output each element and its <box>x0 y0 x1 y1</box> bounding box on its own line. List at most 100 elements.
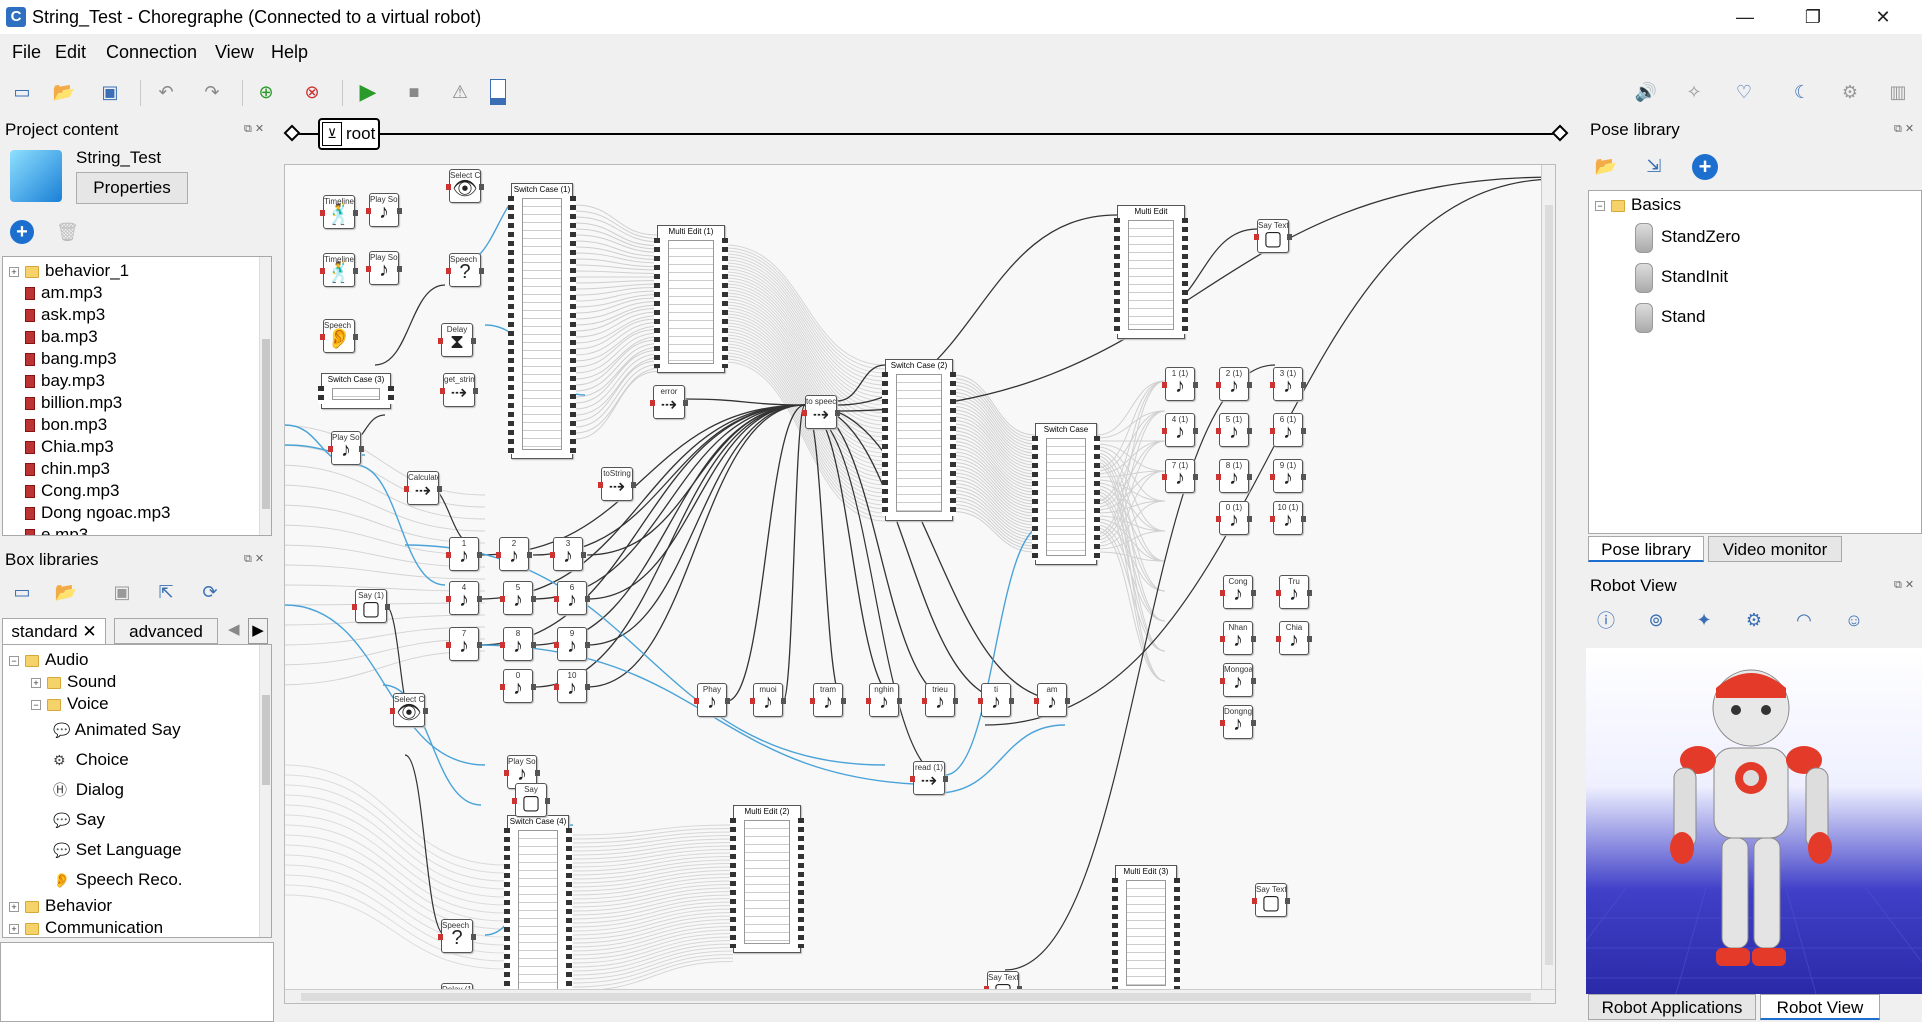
project-file-item[interactable]: ba.mp3 <box>9 327 98 349</box>
canvas-vertical-scrollbar[interactable] <box>1541 165 1555 1003</box>
tab-advanced[interactable]: advanced <box>114 618 218 644</box>
function-box[interactable]: Say ▢ <box>512 783 550 817</box>
disconnect-icon[interactable]: ⊗ <box>298 78 326 106</box>
play-sound-box[interactable]: 8 ♪ <box>500 627 536 661</box>
info-icon[interactable]: ⓘ <box>1592 606 1620 634</box>
view-sensors-icon[interactable]: ✦ <box>1690 606 1718 634</box>
function-box[interactable]: Speech Reco.👂 <box>320 319 358 353</box>
library-refresh-icon[interactable]: ⟳ <box>196 578 224 606</box>
play-sound-box[interactable]: 7 (1) ♪ <box>1162 459 1198 493</box>
play-sound-box[interactable]: 2 ♪ <box>496 537 532 571</box>
pose-item[interactable]: StandZero <box>1635 219 1740 255</box>
volume-icon[interactable]: 🔊 <box>1632 78 1660 106</box>
tab-scroll-left-icon[interactable]: ◀ <box>228 620 240 638</box>
stop-icon[interactable]: ■ <box>400 78 428 106</box>
function-box[interactable]: get_string⇢ <box>440 373 478 407</box>
battery-icon[interactable]: ▥ <box>1884 78 1912 106</box>
breadcrumb-root[interactable]: ⊻ root <box>318 118 380 150</box>
play-sound-box[interactable]: Cong ♪ <box>1220 575 1256 609</box>
play-sound-box[interactable]: 4 (1) ♪ <box>1162 413 1198 447</box>
play-sound-box[interactable]: 10 (1) ♪ <box>1270 501 1306 535</box>
function-box[interactable]: Speech Reco. (1)? <box>446 253 484 287</box>
play-sound-box[interactable]: trieu ♪ <box>922 683 958 717</box>
library-box-item[interactable]: Ⓗ Dialog <box>53 775 124 805</box>
import-pose-icon[interactable]: ⇲ <box>1640 152 1668 180</box>
view-settings-icon[interactable]: ⚙ <box>1740 606 1768 634</box>
robot-3d-view[interactable] <box>1586 648 1922 994</box>
project-folder-item[interactable]: + behavior_1 <box>9 261 129 283</box>
canvas-horizontal-scrollbar[interactable] <box>285 989 1555 1003</box>
panel-float-icon[interactable]: ⧉ ✕ <box>244 122 264 136</box>
menu-view[interactable]: View <box>215 42 254 63</box>
library-scrollbar[interactable] <box>259 645 271 937</box>
project-file-item[interactable]: ask.mp3 <box>9 305 105 327</box>
new-project-icon[interactable]: ▭ <box>8 78 36 106</box>
play-sound-box[interactable]: Play Sound (2)♪ <box>366 251 402 285</box>
minimize-button[interactable]: — <box>1722 4 1768 30</box>
project-file-item[interactable]: bay.mp3 <box>9 371 105 393</box>
multi-edit-box[interactable]: Multi Edit (3) <box>1112 865 1180 995</box>
project-file-item[interactable]: chin.mp3 <box>9 459 110 481</box>
library-box-item[interactable]: 💬 Animated Say <box>53 715 181 745</box>
play-sound-box[interactable]: 1 ♪ <box>446 537 482 571</box>
function-box[interactable]: Select Camera (1)👁 <box>390 693 428 727</box>
play-sound-box[interactable]: Tru ♪ <box>1276 575 1312 609</box>
panel-float-icon[interactable]: ⧉ ✕ <box>1894 578 1914 592</box>
library-box-item[interactable]: 💬 Say <box>53 805 105 835</box>
function-box[interactable]: read (1) ⇢ <box>910 761 948 795</box>
expand-icon[interactable]: + <box>9 266 19 277</box>
play-sound-box[interactable]: 2 (1) ♪ <box>1216 367 1252 401</box>
play-sound-box[interactable]: ti ♪ <box>978 683 1014 717</box>
play-icon[interactable]: ▶ <box>354 78 382 106</box>
play-sound-box[interactable]: 9 ♪ <box>554 627 590 661</box>
play-sound-box[interactable]: 5 (1) ♪ <box>1216 413 1252 447</box>
library-folder[interactable]: + Sound <box>31 671 116 693</box>
redo-icon[interactable]: ↷ <box>198 78 226 106</box>
play-sound-box[interactable]: 9 (1) ♪ <box>1270 459 1306 493</box>
library-box-item[interactable]: 💬 Set Language <box>53 835 182 865</box>
play-sound-box[interactable]: 3 ♪ <box>550 537 586 571</box>
tab-scroll-right-icon[interactable]: ▶ <box>248 618 268 644</box>
library-folder[interactable]: − Audio <box>9 649 88 671</box>
function-box[interactable]: Speech Reco. (2)? <box>438 919 476 953</box>
library-export-icon[interactable]: ⇱ <box>152 578 180 606</box>
function-box[interactable]: error ⇢ <box>650 385 688 419</box>
play-sound-box[interactable]: am ♪ <box>1034 683 1070 717</box>
rest-icon[interactable]: ☾ <box>1788 78 1816 106</box>
play-sound-box[interactable]: tram ♪ <box>810 683 846 717</box>
tab-video-monitor[interactable]: Video monitor <box>1708 536 1842 562</box>
view-face-icon[interactable]: ☺ <box>1840 606 1868 634</box>
play-sound-box[interactable]: 1 (1) ♪ <box>1162 367 1198 401</box>
project-scrollbar[interactable] <box>259 257 271 535</box>
close-button[interactable]: ✕ <box>1860 4 1906 30</box>
expand-icon[interactable]: + <box>9 901 19 912</box>
play-sound-box[interactable]: Mongoac♪ <box>1220 663 1256 697</box>
function-box[interactable]: to speech⇢ <box>802 395 840 429</box>
function-box[interactable]: Say (1) ▢ <box>352 589 390 623</box>
robot-posture-icon[interactable]: ✧ <box>1680 78 1708 106</box>
project-file-item[interactable]: bon.mp3 <box>9 415 107 437</box>
pose-item[interactable]: StandInit <box>1635 259 1728 295</box>
play-sound-box[interactable]: 7 ♪ <box>446 627 482 661</box>
restore-button[interactable]: ❐ <box>1790 4 1836 30</box>
save-library-icon[interactable]: ▣ <box>108 578 136 606</box>
save-project-icon[interactable]: ▣ <box>96 78 124 106</box>
library-folder[interactable]: + Behavior <box>9 895 112 917</box>
switch-case-box[interactable]: Switch Case (4) <box>504 815 572 1003</box>
play-sound-box[interactable]: 6 (1) ♪ <box>1270 413 1306 447</box>
tab-pose-library[interactable]: Pose library <box>1588 536 1704 562</box>
library-box-item[interactable]: 👂 Speech Reco. <box>53 865 183 895</box>
library-folder[interactable]: + Communication <box>9 917 163 937</box>
panel-float-icon[interactable]: ⧉ ✕ <box>244 552 264 566</box>
project-file-item[interactable]: e.mp3 <box>9 525 88 535</box>
play-sound-box[interactable]: Play Sound♪ <box>328 431 364 465</box>
function-box[interactable]: Say Text (1)▢ <box>1252 883 1290 917</box>
multi-edit-box[interactable]: Multi Edit <box>1114 205 1188 339</box>
menu-file[interactable]: File <box>12 42 41 63</box>
debug-icon[interactable]: ⚠ <box>446 78 474 106</box>
pose-item[interactable]: Stand <box>1635 299 1705 335</box>
settings-icon[interactable]: ⚙ <box>1836 78 1864 106</box>
project-file-item[interactable]: billion.mp3 <box>9 393 122 415</box>
switch-case-box[interactable]: Switch Case (3) <box>318 373 394 409</box>
library-box-item[interactable]: ⚙ Choice <box>53 745 129 775</box>
